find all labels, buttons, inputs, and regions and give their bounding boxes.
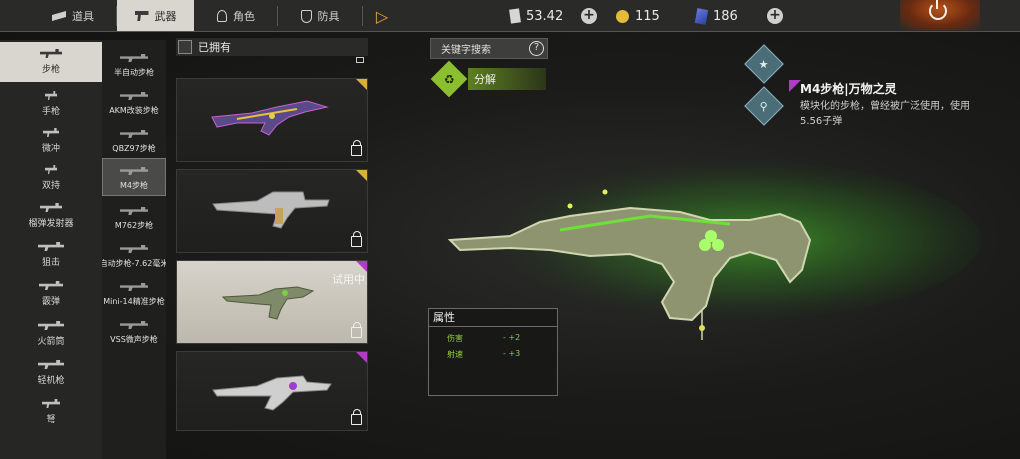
voucher-icon bbox=[509, 8, 521, 24]
category-grenade-launcher[interactable]: 榴弹发射器 bbox=[0, 196, 102, 236]
sub-vss[interactable]: VSS微声步枪 bbox=[102, 311, 166, 349]
category-shotgun[interactable]: 霰弹 bbox=[0, 274, 102, 314]
category-smg[interactable]: 微冲 bbox=[0, 121, 102, 161]
weapon-card-selected[interactable]: 试用中 bbox=[176, 260, 368, 344]
rifle-icon bbox=[120, 283, 148, 291]
weapon-card[interactable] bbox=[176, 78, 368, 162]
attributes-title: 属性 bbox=[429, 309, 557, 327]
pose-view-button[interactable]: ★ bbox=[744, 44, 784, 84]
soldier-pose-icon: ★ bbox=[759, 57, 769, 71]
sub-akm[interactable]: AKM改装步枪 bbox=[102, 82, 166, 120]
lock-icon bbox=[351, 140, 362, 156]
sub-m762[interactable]: M762步枪 bbox=[102, 197, 166, 235]
currency-card: 186 bbox=[694, 0, 738, 32]
tab-armor[interactable]: 防具 bbox=[278, 0, 362, 32]
subcategory-list: 半自动步枪 AKM改装步枪 QBZ97步枪 M4步枪 M762步枪 自动步枪-7… bbox=[102, 40, 166, 459]
search-input[interactable]: 关键字搜索 ? bbox=[430, 38, 548, 59]
rifle-skin-image bbox=[221, 286, 315, 320]
power-icon[interactable] bbox=[929, 0, 947, 20]
pistol-icon bbox=[45, 91, 57, 100]
category-sniper[interactable]: 狙击 bbox=[0, 235, 102, 275]
help-icon[interactable]: ? bbox=[529, 41, 544, 56]
sub-qbz97[interactable]: QBZ97步枪 bbox=[102, 120, 166, 158]
add-voucher-button[interactable]: + bbox=[581, 8, 597, 24]
rocket-launcher-icon bbox=[38, 321, 64, 330]
owned-filter[interactable]: 已拥有 bbox=[176, 38, 368, 56]
pistol-icon bbox=[134, 11, 149, 21]
top-bar: 道具 武器 角色 防具 ▷ 53.42 + 115 186 + bbox=[0, 0, 1020, 32]
category-lmg[interactable]: 轻机枪 bbox=[0, 353, 102, 393]
zoom-icon: ⚲ bbox=[759, 99, 769, 113]
grenade-launcher-icon bbox=[40, 203, 62, 212]
category-pistol[interactable]: 手枪 bbox=[0, 84, 102, 124]
lock-icon bbox=[356, 57, 364, 63]
sniper-icon bbox=[38, 242, 64, 251]
smg-icon bbox=[43, 128, 59, 137]
add-card-button[interactable]: + bbox=[767, 8, 783, 24]
lock-icon bbox=[351, 231, 362, 247]
category-rocket-launcher[interactable]: 火箭筒 bbox=[0, 314, 102, 354]
category-dual[interactable]: 双持 bbox=[0, 158, 102, 198]
rifle-icon bbox=[120, 321, 148, 329]
sub-semi-auto-rifle[interactable]: 半自动步枪 bbox=[102, 44, 166, 82]
rifle-icon bbox=[120, 207, 148, 215]
weapon-card[interactable] bbox=[176, 351, 368, 431]
weapon-description: 模块化的步枪，曾经被广泛使用，使用5.56子弹 bbox=[800, 101, 970, 127]
tab-weapons[interactable]: 武器 bbox=[117, 0, 194, 32]
weapon-card[interactable] bbox=[176, 169, 368, 253]
item-icon bbox=[52, 11, 66, 21]
dual-pistol-icon bbox=[45, 165, 57, 174]
rifle-skin-image bbox=[212, 191, 330, 229]
attributes-panel: 属性 伤害 - +2 射速 - +3 bbox=[428, 308, 558, 396]
lock-icon bbox=[351, 409, 362, 425]
rifle-icon bbox=[120, 130, 148, 138]
shield-icon bbox=[300, 9, 312, 23]
rifle-skin-image bbox=[212, 375, 332, 411]
category-list: 步枪 手枪 微冲 双持 榴弹发射器 狙击 霰弹 火箭筒 轻机枪 弩 bbox=[0, 40, 102, 459]
owned-checkbox[interactable] bbox=[178, 40, 192, 54]
sub-auto-rifle-762[interactable]: 自动步枪-7.62毫米 bbox=[102, 235, 166, 273]
gold-coin-icon bbox=[616, 9, 629, 23]
tab-items[interactable]: 道具 bbox=[30, 0, 116, 32]
category-rifle[interactable]: 步枪 bbox=[0, 42, 102, 82]
weapon-name: M4步枪|万物之灵 bbox=[800, 82, 897, 96]
currency-voucher: 53.42 bbox=[509, 0, 563, 32]
lock-icon bbox=[351, 322, 362, 338]
crossbow-icon bbox=[42, 399, 60, 408]
tab-character[interactable]: 角色 bbox=[195, 0, 277, 32]
rifle-icon bbox=[120, 92, 148, 100]
more-tabs-button[interactable]: ▷ bbox=[363, 0, 401, 32]
lmg-icon bbox=[38, 360, 64, 369]
sub-mini14[interactable]: Mini-14精准步枪 bbox=[102, 273, 166, 311]
attribute-row: 伤害 - +2 bbox=[447, 333, 521, 343]
recycle-icon: ♻ bbox=[443, 71, 455, 86]
play-arrow-icon: ▷ bbox=[375, 6, 389, 26]
rifle-icon bbox=[40, 49, 62, 58]
decompose-button[interactable]: ♻ 分解 bbox=[430, 60, 546, 98]
character-icon bbox=[217, 10, 227, 22]
category-crossbow[interactable]: 弩 bbox=[0, 392, 102, 432]
currency-gold: 115 bbox=[616, 0, 660, 32]
rifle-icon bbox=[120, 54, 148, 62]
card-icon bbox=[694, 7, 709, 25]
shotgun-icon bbox=[39, 281, 63, 290]
zoom-button[interactable]: ⚲ bbox=[744, 86, 784, 126]
rifle-icon bbox=[120, 167, 148, 175]
rifle-skin-image bbox=[211, 100, 329, 136]
attribute-row: 射速 - +3 bbox=[447, 349, 521, 359]
rifle-icon bbox=[120, 245, 148, 253]
sub-m4[interactable]: M4步枪 bbox=[102, 158, 166, 196]
